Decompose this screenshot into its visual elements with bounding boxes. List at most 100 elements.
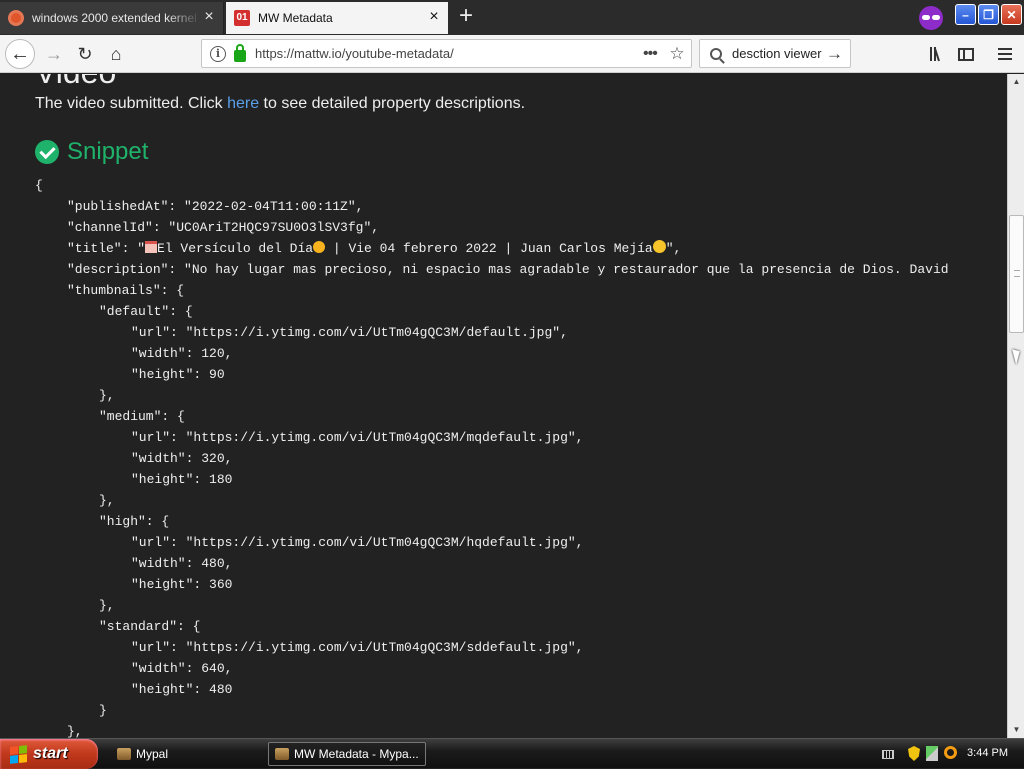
scrollbar-thumb[interactable] bbox=[1009, 215, 1024, 333]
keyboard-icon[interactable] bbox=[882, 750, 894, 759]
json-line: "height": 90 bbox=[131, 367, 225, 382]
json-line: } bbox=[99, 703, 107, 718]
taskbar-item-mw-metadata[interactable]: MW Metadata - Mypa... bbox=[268, 742, 426, 766]
search-icon bbox=[710, 47, 722, 60]
json-line: { bbox=[35, 178, 43, 193]
json-line: "url": "https://i.ytimg.com/vi/UtTm04gQC… bbox=[131, 535, 584, 550]
section-title: Snippet bbox=[67, 138, 149, 165]
scroll-up-arrow-icon[interactable]: ▲ bbox=[1009, 74, 1024, 90]
tab-close-icon[interactable]: × bbox=[201, 9, 217, 26]
menu-button[interactable] bbox=[991, 40, 1019, 68]
json-line: "height": 180 bbox=[131, 472, 233, 487]
snippet-section-header: Snippet bbox=[35, 138, 148, 166]
vertical-scrollbar[interactable]: ▲ ▼ bbox=[1007, 74, 1024, 738]
sidebar-button[interactable] bbox=[952, 40, 980, 68]
hamburger-menu-icon bbox=[998, 48, 1012, 60]
magnifier-icon[interactable] bbox=[944, 746, 957, 759]
json-text: El Versículo del Día bbox=[157, 241, 314, 256]
json-line: "width": 640, bbox=[131, 661, 233, 676]
private-browsing-icon bbox=[919, 6, 943, 30]
arrow-right-icon: → bbox=[45, 43, 63, 64]
tab-mw-metadata[interactable]: 01 MW Metadata × bbox=[226, 2, 448, 34]
json-line: "height": 480 bbox=[131, 682, 233, 697]
security-shield-icon[interactable] bbox=[908, 746, 920, 761]
reload-button[interactable]: ↻ bbox=[71, 40, 99, 68]
navigation-toolbar: ← → ↻ ⌂ i https://mattw.io/youtube-metad… bbox=[0, 35, 1024, 73]
info-icon[interactable]: i bbox=[210, 45, 226, 62]
json-line: }, bbox=[99, 598, 115, 613]
minimize-button[interactable]: – bbox=[955, 4, 976, 25]
grip-icon bbox=[1014, 270, 1020, 277]
task-label: MW Metadata - Mypa... bbox=[294, 747, 419, 761]
json-line: "width": 320, bbox=[131, 451, 233, 466]
network-icon[interactable] bbox=[926, 746, 938, 761]
more-dots-icon[interactable]: ••• bbox=[643, 45, 663, 63]
library-button[interactable] bbox=[921, 40, 949, 68]
json-line: }, bbox=[99, 493, 115, 508]
start-label: start bbox=[33, 745, 68, 762]
page-heading: Video bbox=[35, 74, 116, 91]
search-input[interactable]: desction viewer bbox=[732, 46, 826, 61]
scroll-down-arrow-icon[interactable]: ▼ bbox=[1009, 722, 1024, 738]
home-icon: ⌂ bbox=[110, 43, 122, 64]
tab-title: windows 2000 extended kernel at bbox=[32, 11, 201, 25]
json-line: "thumbnails": { bbox=[67, 283, 185, 298]
json-line: "url": "https://i.ytimg.com/vi/UtTm04gQC… bbox=[131, 325, 568, 340]
json-line: "width": 480, bbox=[131, 556, 233, 571]
mw-favicon-icon: 01 bbox=[234, 10, 250, 26]
json-line: "high": { bbox=[99, 514, 170, 529]
json-line: "default": { bbox=[99, 304, 193, 319]
mypal-app-icon bbox=[117, 748, 131, 760]
smile-emoji-icon bbox=[652, 240, 666, 253]
taskbar-item-mypal[interactable]: Mypal bbox=[110, 742, 265, 766]
json-line: "height": 360 bbox=[131, 577, 233, 592]
back-button[interactable]: ← bbox=[5, 39, 35, 69]
restore-button[interactable]: ❐ bbox=[978, 4, 999, 25]
tab-strip: windows 2000 extended kernel at × 01 MW … bbox=[0, 0, 1024, 35]
lock-icon bbox=[234, 43, 246, 62]
json-line: "url": "https://i.ytimg.com/vi/UtTm04gQC… bbox=[131, 640, 584, 655]
window-controls: – ❐ ✕ bbox=[955, 4, 1022, 25]
page-content: Video The video submitted. Click here to… bbox=[0, 74, 1007, 738]
forward-button[interactable]: → bbox=[40, 40, 68, 68]
json-snippet: { "publishedAt": "2022-02-04T11:00:11Z", "… bbox=[35, 175, 949, 738]
note-text: The video submitted. Click bbox=[35, 95, 228, 112]
close-window-button[interactable]: ✕ bbox=[1001, 4, 1022, 25]
tab-title: MW Metadata bbox=[258, 11, 333, 25]
new-tab-button[interactable]: + bbox=[454, 4, 478, 28]
calendar-emoji-icon bbox=[145, 241, 158, 253]
property-descriptions-link[interactable]: here bbox=[227, 95, 259, 112]
json-line: "description": "No hay lugar mas precios… bbox=[67, 262, 949, 277]
arrow-left-icon: ← bbox=[10, 42, 30, 65]
json-line: "title": " El Versículo del Día | Vie 04 … bbox=[35, 238, 949, 259]
url-text[interactable]: https://mattw.io/youtube-metadata/ bbox=[255, 46, 643, 61]
json-line: "channelId": "UC0AriT2HQC97SU0O3lSV3fg", bbox=[67, 220, 380, 235]
json-line: }, bbox=[99, 388, 115, 403]
json-text: | Vie 04 febrero 2022 | Juan Carlos Mejí… bbox=[325, 241, 653, 256]
check-circle-icon bbox=[35, 140, 59, 164]
video-note: The video submitted. Click here to see d… bbox=[35, 95, 525, 113]
tab-windows-2000[interactable]: windows 2000 extended kernel at × bbox=[0, 2, 224, 34]
home-button[interactable]: ⌂ bbox=[102, 40, 130, 68]
library-icon bbox=[930, 47, 940, 62]
json-text: "title": " bbox=[67, 241, 146, 256]
search-go-icon[interactable]: → bbox=[826, 44, 850, 64]
start-button[interactable]: start bbox=[0, 739, 98, 769]
duckduckgo-favicon-icon bbox=[8, 10, 24, 26]
search-box[interactable]: desction viewer → bbox=[699, 39, 851, 68]
note-text: to see detailed property descriptions. bbox=[259, 95, 526, 112]
json-line: }, bbox=[67, 724, 83, 738]
bookmark-star-icon[interactable]: ☆ bbox=[663, 44, 691, 64]
json-line: "width": 120, bbox=[131, 346, 233, 361]
mypal-app-icon bbox=[275, 748, 289, 760]
json-line: "url": "https://i.ytimg.com/vi/UtTm04gQC… bbox=[131, 430, 584, 445]
address-bar[interactable]: i https://mattw.io/youtube-metadata/ •••… bbox=[201, 39, 692, 68]
sun-emoji-icon bbox=[313, 241, 326, 253]
sidebar-icon bbox=[958, 47, 974, 61]
json-line: "publishedAt": "2022-02-04T11:00:11Z", bbox=[67, 199, 364, 214]
task-label: Mypal bbox=[136, 747, 169, 761]
clock[interactable]: 3:44 PM bbox=[967, 747, 1008, 759]
windows-flag-icon bbox=[10, 744, 27, 764]
tab-close-icon[interactable]: × bbox=[426, 9, 442, 26]
taskbar: start Mypal MW Metadata - Mypa... 3:44 P… bbox=[0, 738, 1024, 769]
